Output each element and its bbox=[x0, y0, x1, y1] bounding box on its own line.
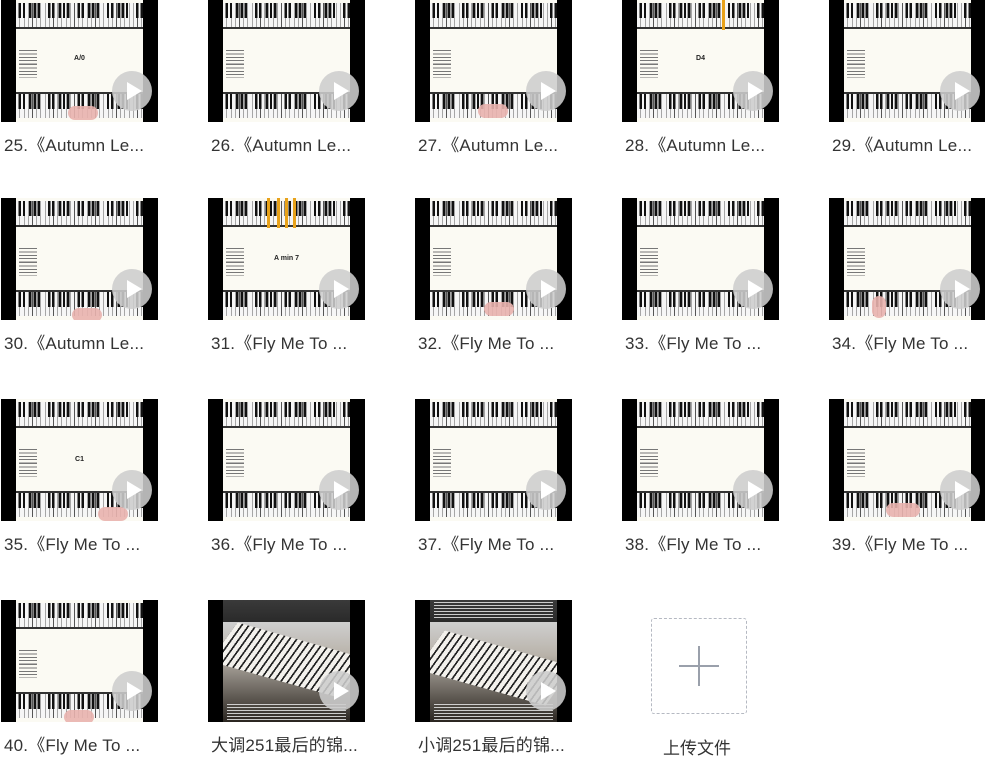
video-thumbnail bbox=[415, 600, 572, 722]
video-thumbnail bbox=[829, 0, 985, 122]
upload-file-label[interactable]: 上传文件 bbox=[663, 734, 731, 759]
video-thumbnail bbox=[829, 198, 985, 320]
video-tile[interactable]: 小调251最后的锦... bbox=[415, 600, 595, 760]
video-title: 31.《Fly Me To ... bbox=[211, 334, 348, 353]
video-title: 39.《Fly Me To ... bbox=[832, 535, 969, 554]
video-thumbnail bbox=[208, 600, 365, 722]
video-thumbnail bbox=[415, 198, 572, 320]
video-title: 26.《Autumn Le... bbox=[211, 136, 352, 155]
video-title: 小调251最后的锦... bbox=[418, 736, 565, 755]
video-tile[interactable]: 33.《Fly Me To ... bbox=[622, 198, 802, 358]
video-thumbnail: A/0 bbox=[1, 0, 158, 122]
video-tile[interactable]: A min 7 31.《Fly Me To ... bbox=[208, 198, 388, 358]
play-icon bbox=[526, 71, 566, 111]
chord-label: A/0 bbox=[74, 55, 85, 62]
video-thumbnail bbox=[415, 399, 572, 521]
play-icon bbox=[112, 470, 152, 510]
video-thumbnail bbox=[622, 198, 779, 320]
video-thumbnail bbox=[208, 0, 365, 122]
play-icon bbox=[112, 269, 152, 309]
play-icon bbox=[526, 470, 566, 510]
video-tile[interactable]: C1 35.《Fly Me To ... bbox=[1, 399, 181, 559]
play-icon bbox=[940, 269, 980, 309]
video-title: 36.《Fly Me To ... bbox=[211, 535, 348, 554]
video-tile[interactable]: 36.《Fly Me To ... bbox=[208, 399, 388, 559]
video-thumbnail bbox=[622, 399, 779, 521]
upload-file-button[interactable] bbox=[651, 618, 747, 714]
video-title: 34.《Fly Me To ... bbox=[832, 334, 969, 353]
chord-label: C1 bbox=[75, 456, 84, 463]
video-tile[interactable]: 27.《Autumn Le... bbox=[415, 0, 595, 160]
video-title: 37.《Fly Me To ... bbox=[418, 535, 555, 554]
play-icon bbox=[733, 71, 773, 111]
video-title: 25.《Autumn Le... bbox=[4, 136, 145, 155]
play-icon bbox=[526, 671, 566, 711]
play-icon bbox=[526, 269, 566, 309]
play-icon bbox=[733, 470, 773, 510]
video-title: 40.《Fly Me To ... bbox=[4, 736, 141, 755]
video-thumbnail: D4 bbox=[622, 0, 779, 122]
video-title: 大调251最后的锦... bbox=[211, 736, 358, 755]
video-tile[interactable]: 34.《Fly Me To ... bbox=[829, 198, 985, 358]
video-title: 29.《Autumn Le... bbox=[832, 136, 973, 155]
video-title: 27.《Autumn Le... bbox=[418, 136, 559, 155]
chord-label: A min 7 bbox=[273, 255, 300, 262]
video-tile[interactable]: 37.《Fly Me To ... bbox=[415, 399, 595, 559]
plus-icon bbox=[679, 646, 719, 686]
video-tile[interactable]: 38.《Fly Me To ... bbox=[622, 399, 802, 559]
video-thumbnail bbox=[208, 399, 365, 521]
video-tile[interactable]: D4 28.《Autumn Le... bbox=[622, 0, 802, 160]
video-tile[interactable]: 32.《Fly Me To ... bbox=[415, 198, 595, 358]
video-tile[interactable]: 30.《Autumn Le... bbox=[1, 198, 181, 358]
play-icon bbox=[733, 269, 773, 309]
video-title: 35.《Fly Me To ... bbox=[4, 535, 141, 554]
chord-label: D4 bbox=[696, 55, 705, 62]
video-tile[interactable]: 26.《Autumn Le... bbox=[208, 0, 388, 160]
play-icon bbox=[319, 671, 359, 711]
video-thumbnail: C1 bbox=[1, 399, 158, 521]
video-title: 33.《Fly Me To ... bbox=[625, 334, 762, 353]
play-icon bbox=[319, 470, 359, 510]
video-thumbnail bbox=[1, 198, 158, 320]
play-icon bbox=[319, 269, 359, 309]
video-title: 30.《Autumn Le... bbox=[4, 334, 145, 353]
play-icon bbox=[940, 470, 980, 510]
video-tile[interactable]: 40.《Fly Me To ... bbox=[1, 600, 181, 760]
video-title: 32.《Fly Me To ... bbox=[418, 334, 555, 353]
play-icon bbox=[112, 671, 152, 711]
video-thumbnail: A min 7 bbox=[208, 198, 365, 320]
video-tile[interactable]: 39.《Fly Me To ... bbox=[829, 399, 985, 559]
video-tile[interactable]: 大调251最后的锦... bbox=[208, 600, 388, 760]
video-tile[interactable]: 29.《Autumn Le... bbox=[829, 0, 985, 160]
video-thumbnail bbox=[415, 0, 572, 122]
video-title: 38.《Fly Me To ... bbox=[625, 535, 762, 554]
video-tile[interactable]: A/0 25.《Autumn Le... bbox=[1, 0, 181, 160]
video-thumbnail bbox=[1, 600, 158, 722]
play-icon bbox=[319, 71, 359, 111]
play-icon bbox=[940, 71, 980, 111]
video-title: 28.《Autumn Le... bbox=[625, 136, 766, 155]
play-icon bbox=[112, 71, 152, 111]
video-thumbnail bbox=[829, 399, 985, 521]
